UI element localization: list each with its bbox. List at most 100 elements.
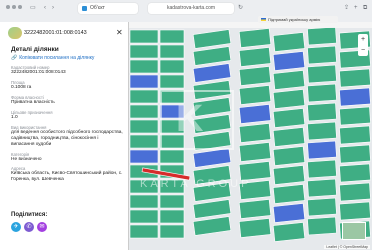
parcel[interactable] bbox=[307, 45, 337, 65]
support-banner[interactable]: Підтримай українську армію bbox=[258, 16, 338, 23]
parcel[interactable] bbox=[129, 29, 159, 44]
parcel[interactable] bbox=[272, 89, 306, 109]
search-cadastral-number[interactable]: 3222482001:01:008:0143 bbox=[24, 27, 87, 39]
parcel[interactable] bbox=[339, 68, 371, 88]
messenger-icon: ✉ bbox=[39, 224, 45, 230]
parcel[interactable] bbox=[307, 197, 337, 217]
parcel[interactable] bbox=[272, 222, 306, 242]
parcel[interactable] bbox=[129, 104, 159, 119]
parcel[interactable] bbox=[272, 146, 306, 166]
parcel[interactable] bbox=[129, 89, 159, 104]
zoom-in-button[interactable]: + bbox=[358, 34, 368, 45]
parcel[interactable] bbox=[238, 142, 272, 162]
close-icon[interactable]: ✕ bbox=[116, 27, 123, 39]
telegram-share-button[interactable]: ✈ bbox=[11, 222, 21, 232]
parcel[interactable] bbox=[129, 119, 159, 134]
parcel[interactable] bbox=[129, 74, 159, 89]
parcel[interactable] bbox=[129, 134, 159, 149]
share-title: Поділитися: bbox=[11, 212, 48, 218]
parcel[interactable] bbox=[159, 29, 185, 44]
parcel[interactable] bbox=[339, 125, 371, 145]
parcel[interactable] bbox=[307, 140, 337, 160]
panel-title: Деталі ділянки bbox=[11, 46, 59, 53]
layer-switcher-thumbnail[interactable] bbox=[342, 222, 366, 240]
watermark-k-logo: K bbox=[176, 98, 204, 140]
messenger-share-button[interactable]: ✉ bbox=[37, 222, 47, 232]
parcel[interactable] bbox=[159, 44, 185, 59]
parcel[interactable] bbox=[339, 106, 371, 126]
viber-icon: ✆ bbox=[26, 224, 32, 230]
chevron-left-icon[interactable]: ‹ bbox=[44, 5, 46, 11]
parcel[interactable] bbox=[238, 47, 272, 67]
parcel[interactable] bbox=[238, 199, 272, 219]
parcel[interactable] bbox=[129, 194, 159, 209]
parcel[interactable] bbox=[307, 159, 337, 179]
parcel[interactable] bbox=[129, 59, 159, 74]
parcel[interactable] bbox=[129, 224, 159, 239]
parcel[interactable] bbox=[339, 182, 371, 202]
parcel[interactable] bbox=[129, 149, 159, 164]
window-minimize-dot[interactable] bbox=[12, 5, 16, 9]
watermark-text: KARTA GROUP bbox=[140, 178, 252, 190]
address-bar[interactable]: kadastrova-karta.com bbox=[148, 3, 234, 14]
parcel[interactable] bbox=[272, 32, 306, 52]
link-icon: 🔗 bbox=[11, 55, 18, 61]
sidebar-icon[interactable]: ▭ bbox=[30, 5, 36, 11]
map-attribution: Leaflet | © OpenStreetMap bbox=[324, 245, 370, 249]
parcel[interactable] bbox=[307, 121, 337, 141]
parcel[interactable] bbox=[238, 104, 272, 124]
parcel[interactable] bbox=[159, 149, 185, 164]
parcel[interactable] bbox=[272, 108, 306, 128]
field-value-address: Київська область, Києво-Святошинський ра… bbox=[11, 171, 123, 182]
parcel[interactable] bbox=[238, 123, 272, 143]
field-value-category: Не визначено bbox=[11, 157, 42, 162]
parcel[interactable] bbox=[129, 44, 159, 59]
field-value-cadastral: 3222482001:01:008:0143 bbox=[11, 70, 66, 75]
parcel[interactable] bbox=[238, 28, 272, 48]
parcel[interactable] bbox=[307, 216, 337, 236]
parcel[interactable] bbox=[129, 209, 159, 224]
parcel[interactable] bbox=[307, 102, 337, 122]
parcel[interactable] bbox=[272, 165, 306, 185]
parcel[interactable] bbox=[159, 194, 185, 209]
parcel[interactable] bbox=[272, 184, 306, 204]
parcel[interactable] bbox=[339, 201, 371, 221]
field-value-purpose: 1.0 bbox=[11, 115, 18, 120]
parcel[interactable] bbox=[159, 224, 185, 239]
parcel[interactable] bbox=[238, 218, 272, 238]
parcel[interactable] bbox=[238, 85, 272, 105]
window-zoom-dot[interactable] bbox=[18, 5, 22, 9]
copy-link-label: Копіювати посилання на ділянку bbox=[19, 55, 95, 61]
chevron-right-icon[interactable]: › bbox=[52, 5, 54, 11]
favicon-icon bbox=[82, 6, 87, 11]
parcel[interactable] bbox=[339, 87, 371, 107]
tabs-icon[interactable]: ⧉ bbox=[363, 5, 367, 11]
window-close-dot[interactable] bbox=[6, 5, 10, 9]
parcel[interactable] bbox=[339, 144, 371, 164]
parcel[interactable] bbox=[307, 83, 337, 103]
parcel[interactable] bbox=[307, 178, 337, 198]
parcel[interactable] bbox=[159, 74, 185, 89]
field-value-ownership: Приватна власність bbox=[11, 100, 55, 105]
zoom-control[interactable]: + − bbox=[358, 34, 368, 56]
zoom-out-button[interactable]: − bbox=[358, 45, 368, 56]
browser-tab[interactable]: Обʼєкт bbox=[78, 3, 138, 14]
copy-link-button[interactable]: 🔗 Копіювати посилання на ділянку bbox=[11, 55, 94, 61]
field-value-usage: для ведення особистого підсобного господ… bbox=[11, 130, 123, 147]
viber-share-button[interactable]: ✆ bbox=[24, 222, 34, 232]
parcel[interactable] bbox=[272, 203, 306, 223]
parcel[interactable] bbox=[272, 127, 306, 147]
parcel[interactable] bbox=[339, 163, 371, 183]
parcel[interactable] bbox=[272, 70, 306, 90]
parcel[interactable] bbox=[159, 209, 185, 224]
parcel[interactable] bbox=[272, 51, 306, 71]
parcel[interactable] bbox=[238, 66, 272, 86]
support-banner-text: Підтримай українську армію bbox=[268, 17, 321, 22]
parcel[interactable] bbox=[159, 59, 185, 74]
parcel[interactable] bbox=[307, 26, 337, 46]
reload-icon[interactable]: ↻ bbox=[238, 5, 243, 11]
ukraine-flag-icon bbox=[261, 18, 266, 21]
parcel[interactable] bbox=[307, 64, 337, 84]
plus-icon[interactable]: + bbox=[354, 5, 358, 11]
share-icon[interactable]: ⇪ bbox=[344, 5, 349, 11]
